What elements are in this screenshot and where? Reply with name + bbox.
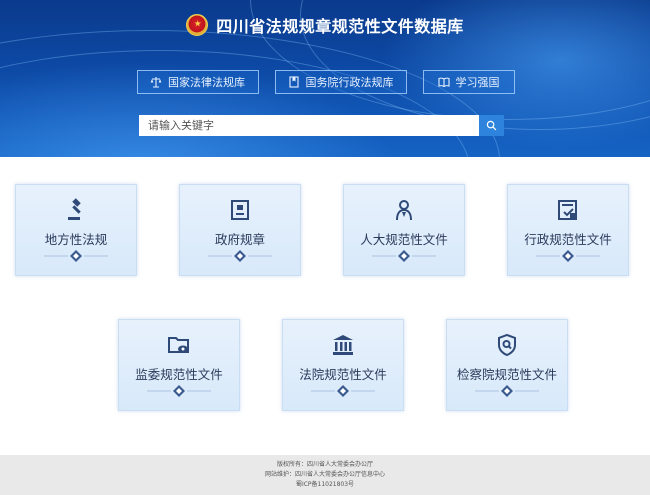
folder-eye-icon: [168, 337, 189, 353]
search-input[interactable]: [139, 115, 479, 136]
card-label: 行政规范性文件: [524, 232, 612, 247]
card-local-regulations[interactable]: 地方性法规: [15, 184, 137, 276]
title-row: 四川省法规规章规范性文件数据库: [0, 10, 650, 40]
diamond-divider-icon: [208, 250, 272, 262]
quick-links: 国家法律法规库 国务院行政法规库 学习强国: [0, 70, 650, 94]
bookmark-doc-icon: [288, 76, 299, 88]
diamond-divider-icon: [147, 385, 211, 397]
diamond-divider-icon: [311, 385, 375, 397]
diamond-divider-icon: [475, 385, 539, 397]
card-admin-normative-docs[interactable]: 行政规范性文件: [507, 184, 629, 276]
open-book-icon: [437, 77, 450, 88]
approved-document-icon: [558, 200, 577, 220]
site-title: 四川省法规规章规范性文件数据库: [216, 17, 464, 36]
diamond-divider-icon: [536, 250, 600, 262]
card-label: 政府规章: [214, 232, 265, 247]
nav-label: 学习强国: [455, 76, 500, 89]
scale-icon: [150, 77, 162, 88]
id-document-icon: [231, 200, 249, 220]
search-button[interactable]: [479, 115, 504, 136]
footer-copyright: 版权所有：四川省人大常委会办公厅: [276, 461, 373, 468]
card-label: 检察院规范性文件: [456, 367, 557, 382]
card-government-rules[interactable]: 政府规章: [179, 184, 301, 276]
card-label: 地方性法规: [44, 232, 108, 247]
nav-xuexi-button[interactable]: 学习强国: [422, 70, 515, 94]
footer-maintainer: 网站维护：四川省人大常委会办公厅信息中心: [264, 471, 385, 478]
header-banner: 四川省法规规章规范性文件数据库 国家法律法规库 国务院行政法规库 学习强国: [0, 0, 650, 157]
card-npc-normative-docs[interactable]: 人大规范性文件: [343, 184, 465, 276]
footer: 版权所有：四川省人大常委会办公厅 网站维护：四川省人大常委会办公厅信息中心 蜀I…: [0, 455, 650, 495]
card-label: 法院规范性文件: [299, 367, 387, 382]
nav-label: 国务院行政法规库: [305, 76, 394, 89]
nav-label: 国家法律法规库: [168, 76, 245, 89]
card-label: 人大规范性文件: [360, 232, 448, 247]
card-court-normative-docs[interactable]: 法院规范性文件: [282, 319, 404, 411]
diamond-divider-icon: [372, 250, 436, 262]
card-supervision-normative-docs[interactable]: 监委规范性文件: [118, 319, 240, 411]
courthouse-icon: [333, 335, 353, 355]
national-emblem-icon: [186, 14, 209, 36]
footer-icp-link[interactable]: 蜀ICP备11021803号: [0, 481, 650, 489]
card-procuratorate-normative-docs[interactable]: 检察院规范性文件: [446, 319, 568, 411]
shield-search-icon: [498, 333, 516, 357]
search-bar: [139, 115, 504, 136]
card-label: 监委规范性文件: [135, 367, 223, 382]
nav-state-council-button[interactable]: 国务院行政法规库: [274, 70, 407, 94]
person-icon: [396, 200, 412, 221]
nav-national-laws-button[interactable]: 国家法律法规库: [136, 70, 259, 94]
diamond-divider-icon: [44, 250, 108, 262]
gavel-icon: [68, 198, 81, 220]
search-icon: [486, 120, 497, 131]
